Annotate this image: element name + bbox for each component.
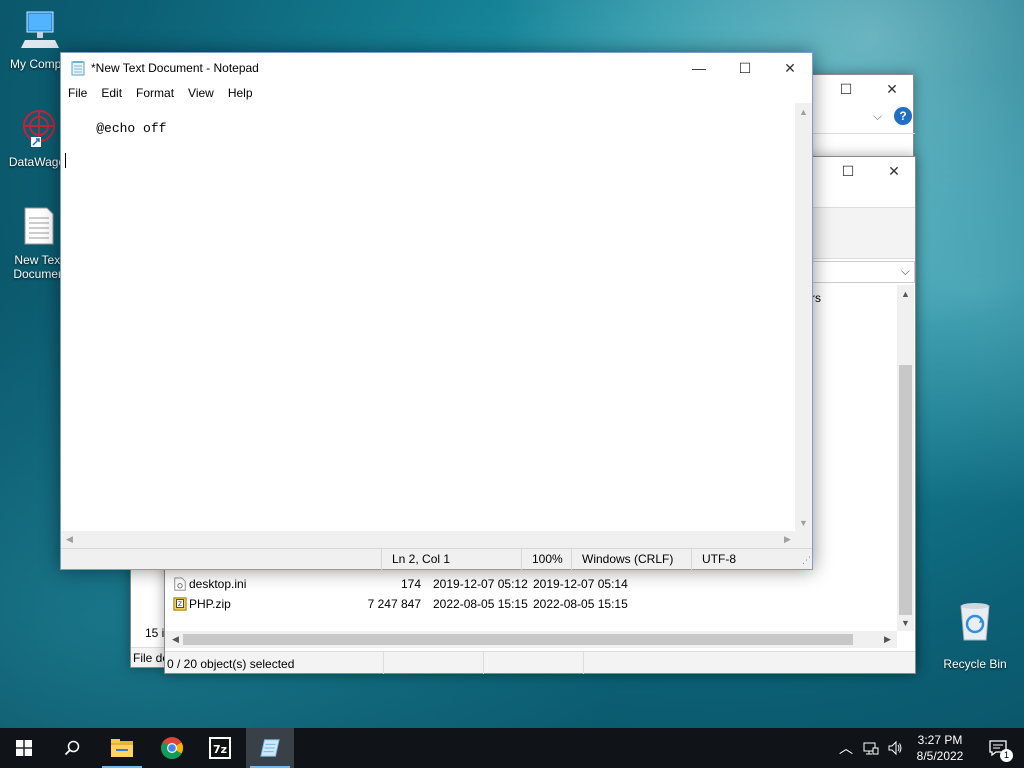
scroll-down-arrow[interactable]: ▼ — [795, 514, 812, 531]
file-name: PHP.zip — [189, 597, 231, 611]
maximize-button[interactable]: ☐ — [722, 54, 768, 82]
taskbar-chrome[interactable] — [148, 728, 196, 768]
notification-count-badge: 1 — [1000, 749, 1013, 762]
chevron-up-icon: ︿ — [839, 740, 853, 756]
network-icon — [863, 742, 879, 755]
selection-status: 0 / 20 object(s) selected — [167, 657, 295, 671]
speaker-icon — [888, 740, 902, 756]
file-created: 2022-08-05 15:15 — [533, 597, 628, 611]
scroll-up-arrow[interactable]: ▲ — [897, 285, 914, 302]
clock-time: 3:27 PM — [917, 733, 963, 747]
search-icon — [64, 740, 80, 756]
notepad-window[interactable]: *New Text Document - Notepad — ☐ ✕ File … — [60, 52, 813, 570]
menu-edit[interactable]: Edit — [94, 83, 129, 103]
line-ending: Windows (CRLF) — [571, 549, 691, 570]
7zip-icon: 7z — [209, 737, 231, 759]
text-caret — [65, 153, 66, 168]
maximize-button[interactable]: ☐ — [825, 157, 871, 185]
menu-view[interactable]: View — [181, 83, 221, 103]
clock-date: 8/5/2022 — [916, 749, 964, 763]
desktop-icon-label: Recycle Bin — [943, 657, 1007, 671]
zoom-level: 100% — [521, 549, 571, 570]
editor-line: @echo off — [96, 121, 167, 136]
svg-text:Z: Z — [178, 601, 182, 608]
status-divider — [383, 652, 384, 674]
scrollbar-corner — [795, 531, 812, 548]
resize-grip-icon[interactable]: ⋰ — [802, 555, 811, 566]
close-button[interactable]: ✕ — [767, 54, 813, 82]
horizontal-scrollbar[interactable]: ◀ ▶ — [165, 631, 897, 648]
scroll-thumb[interactable] — [183, 634, 853, 645]
menu-bar: File Edit Format View Help — [61, 83, 812, 103]
taskbar-notepad[interactable] — [246, 728, 294, 768]
scroll-down-arrow[interactable]: ▼ — [897, 614, 914, 631]
start-button[interactable] — [0, 728, 48, 768]
computer-icon — [21, 11, 59, 48]
help-icon[interactable]: ? — [894, 107, 912, 125]
menu-format[interactable]: Format — [129, 83, 181, 103]
taskbar: 7z ︿ 3:27 PM 8/5/2022 1 — [0, 728, 1024, 768]
vertical-scrollbar[interactable]: ▲ ▼ — [795, 103, 812, 531]
chevron-down-icon: ⌵ — [900, 264, 910, 278]
scroll-up-arrow[interactable]: ▲ — [795, 103, 812, 120]
window-title: *New Text Document - Notepad — [91, 61, 259, 75]
datawagon-icon — [23, 110, 55, 147]
title-bar[interactable]: *New Text Document - Notepad — ☐ ✕ — [61, 53, 812, 83]
folder-icon — [111, 739, 133, 757]
notepad-icon — [260, 739, 280, 757]
chevron-down-icon[interactable]: ⌵ — [873, 109, 882, 124]
taskbar-file-explorer[interactable] — [98, 728, 146, 768]
volume-button[interactable] — [884, 728, 906, 768]
status-count: 15 i — [145, 626, 165, 640]
menu-file[interactable]: File — [61, 83, 94, 103]
close-button[interactable]: ✕ — [871, 157, 917, 185]
chrome-icon — [161, 737, 183, 759]
cursor-position: Ln 2, Col 1 — [381, 549, 521, 570]
scroll-thumb[interactable] — [899, 365, 912, 615]
show-hidden-icons-button[interactable]: ︿ — [836, 728, 856, 768]
scroll-left-arrow[interactable]: ◀ — [167, 631, 184, 648]
recycle-bin-icon — [960, 603, 990, 641]
file-modified: 2022-08-05 15:15 — [433, 597, 528, 611]
clock[interactable]: 3:27 PM 8/5/2022 — [908, 728, 972, 768]
vertical-scrollbar[interactable]: ▲ ▼ — [897, 285, 914, 631]
minimize-button[interactable]: — — [676, 54, 722, 82]
taskbar-7zip[interactable]: 7z — [196, 728, 244, 768]
text-file-icon — [24, 207, 54, 245]
selection-status-bar: 0 / 20 object(s) selected — [165, 651, 915, 674]
text-editor[interactable]: @echo off — [61, 103, 797, 581]
zip-archive-icon: Z — [173, 597, 187, 611]
windows-logo-icon — [16, 740, 32, 756]
close-button[interactable]: ✕ — [869, 75, 915, 103]
notepad-icon — [71, 61, 85, 76]
maximize-button[interactable]: ☐ — [823, 75, 869, 103]
svg-text:7z: 7z — [213, 743, 227, 756]
status-bar: Ln 2, Col 1 100% Windows (CRLF) UTF-8 ⋰ — [61, 548, 812, 570]
status-divider — [583, 652, 584, 674]
menu-help[interactable]: Help — [221, 83, 260, 103]
encoding: UTF-8 — [691, 549, 791, 570]
search-button[interactable] — [48, 728, 96, 768]
scroll-right-arrow[interactable]: ▶ — [779, 531, 796, 548]
file-size: 7 247 847 — [367, 597, 421, 611]
desktop-icon-recycle-bin[interactable]: Recycle Bin — [938, 602, 1012, 671]
toolbar-divider — [813, 133, 915, 134]
scroll-right-arrow[interactable]: ▶ — [879, 631, 896, 648]
status-divider — [483, 652, 484, 674]
network-button[interactable] — [860, 728, 882, 768]
table-row[interactable]: Z PHP.zip 7 247 847 2022-08-05 15:15 202… — [171, 595, 891, 613]
horizontal-scrollbar[interactable]: ◀ ▶ — [61, 531, 797, 548]
action-center-button[interactable]: 1 — [978, 728, 1018, 768]
scroll-left-arrow[interactable]: ◀ — [61, 531, 78, 548]
